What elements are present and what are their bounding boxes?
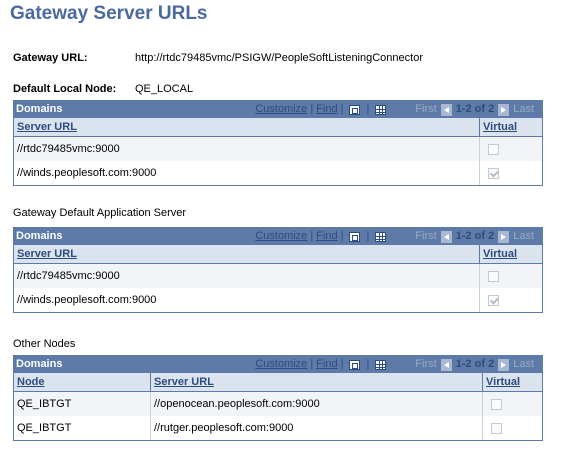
customize-link[interactable]: Customize [255,356,307,373]
virtual-cell [479,161,542,185]
column-header-server-url[interactable]: Server URL [150,373,483,392]
node-sort-link[interactable]: Node [17,376,45,388]
server-url-sort-link[interactable]: Server URL [154,376,214,388]
download-grid-icon[interactable] [375,104,387,115]
separator: | [340,103,344,115]
virtual-checkbox [488,294,499,306]
last-label: Last [513,103,534,115]
table-row: QE_IBTGT //rutger.peoplesoft.com:9000 [14,416,542,440]
view-all-icon[interactable] [349,231,361,242]
server-url-cell: //winds.peoplesoft.com:9000 [14,161,480,185]
virtual-cell [479,263,542,288]
separator: | [310,103,314,115]
gateway-url-value: http://rtdc79485vmc/PSIGW/PeopleSoftList… [135,52,423,64]
node-cell: QE_IBTGT [14,416,151,440]
column-header-virtual[interactable]: Virtual [479,118,542,137]
grid-title: Domains [16,358,63,370]
first-label: First [415,230,437,242]
column-header-virtual[interactable]: Virtual [482,373,542,392]
page-title: Gateway Server URLs [10,3,208,24]
row-count: 1-2 of 2 [455,103,495,115]
separator: | [340,358,344,370]
find-link[interactable]: Find [316,101,337,118]
previous-arrow-icon [440,358,452,371]
virtual-cell [482,391,542,416]
server-url-sort-link[interactable]: Server URL [17,248,77,260]
gateway-url-label: Gateway URL: [13,52,88,64]
separator: | [310,230,314,242]
row-count: 1-2 of 2 [455,358,495,370]
virtual-sort-link[interactable]: Virtual [483,248,517,260]
domains-grid-3: Domains Customize | Find | | First 1-2 o… [13,355,543,441]
domains-grid-2: Domains Customize | Find | | First 1-2 o… [13,227,543,313]
column-header-server-url[interactable]: Server URL [14,245,480,264]
column-header-virtual[interactable]: Virtual [479,245,542,264]
download-grid-icon[interactable] [375,231,387,242]
server-url-cell: //rtdc79485vmc:9000 [14,263,480,288]
previous-arrow-icon [440,103,452,116]
virtual-cell [479,136,542,161]
next-arrow-icon [498,230,510,243]
table-row: //winds.peoplesoft.com:9000 [14,288,542,312]
default-node-value: QE_LOCAL [135,83,194,95]
server-url-cell: //rtdc79485vmc:9000 [14,136,480,161]
download-grid-icon[interactable] [375,359,387,370]
server-url-sort-link[interactable]: Server URL [17,121,77,133]
virtual-checkbox [491,422,502,434]
domains-table: Server URL Virtual //rtdc79485vmc:9000 /… [14,245,542,312]
grid-header: Domains Customize | Find | | First 1-2 o… [14,356,542,373]
grid-title: Domains [16,103,63,115]
virtual-sort-link[interactable]: Virtual [486,376,520,388]
virtual-checkbox [488,143,499,155]
separator: | [366,103,370,115]
next-arrow-icon [498,358,510,371]
grid-navigation: Customize | Find | | First 1-2 of 2 Last [255,228,536,245]
domains-table: Server URL Virtual //rtdc79485vmc:9000 /… [14,118,542,185]
first-label: First [415,358,437,370]
customize-link[interactable]: Customize [255,101,307,118]
view-all-icon[interactable] [349,104,361,115]
section-label-default-app-server: Gateway Default Application Server [13,207,187,219]
server-url-cell: //rutger.peoplesoft.com:9000 [150,416,483,440]
table-row: QE_IBTGT //openocean.peoplesoft.com:9000 [14,391,542,416]
virtual-checkbox [488,167,499,179]
find-link[interactable]: Find [316,356,337,373]
node-cell: QE_IBTGT [14,391,151,416]
previous-arrow-icon [440,230,452,243]
virtual-cell [482,416,542,440]
virtual-cell [479,288,542,312]
virtual-checkbox [491,398,502,410]
virtual-checkbox [488,270,499,282]
view-all-icon[interactable] [349,359,361,370]
find-link[interactable]: Find [316,228,337,245]
column-header-node[interactable]: Node [14,373,151,392]
separator: | [366,358,370,370]
grid-header: Domains Customize | Find | | First 1-2 o… [14,228,542,245]
column-header-server-url[interactable]: Server URL [14,118,480,137]
section-label-other-nodes: Other Nodes [13,338,76,350]
separator: | [366,230,370,242]
last-label: Last [513,230,534,242]
first-label: First [415,103,437,115]
virtual-sort-link[interactable]: Virtual [483,121,517,133]
server-url-cell: //openocean.peoplesoft.com:9000 [150,391,483,416]
grid-navigation: Customize | Find | | First 1-2 of 2 Last [255,101,536,118]
row-count: 1-2 of 2 [455,230,495,242]
domains-grid-1: Domains Customize | Find | | First 1-2 o… [13,100,543,186]
table-row: //rtdc79485vmc:9000 [14,263,542,288]
separator: | [310,358,314,370]
default-node-label: Default Local Node: [13,83,117,95]
table-row: //rtdc79485vmc:9000 [14,136,542,161]
other-nodes-table: Node Server URL Virtual QE_IBTGT //openo… [14,373,542,440]
next-arrow-icon [498,103,510,116]
grid-navigation: Customize | Find | | First 1-2 of 2 Last [255,356,536,373]
server-url-cell: //winds.peoplesoft.com:9000 [14,288,480,312]
grid-title: Domains [16,230,63,242]
last-label: Last [513,358,534,370]
customize-link[interactable]: Customize [255,228,307,245]
separator: | [340,230,344,242]
grid-header: Domains Customize | Find | | First 1-2 o… [14,101,542,118]
table-row: //winds.peoplesoft.com:9000 [14,161,542,185]
